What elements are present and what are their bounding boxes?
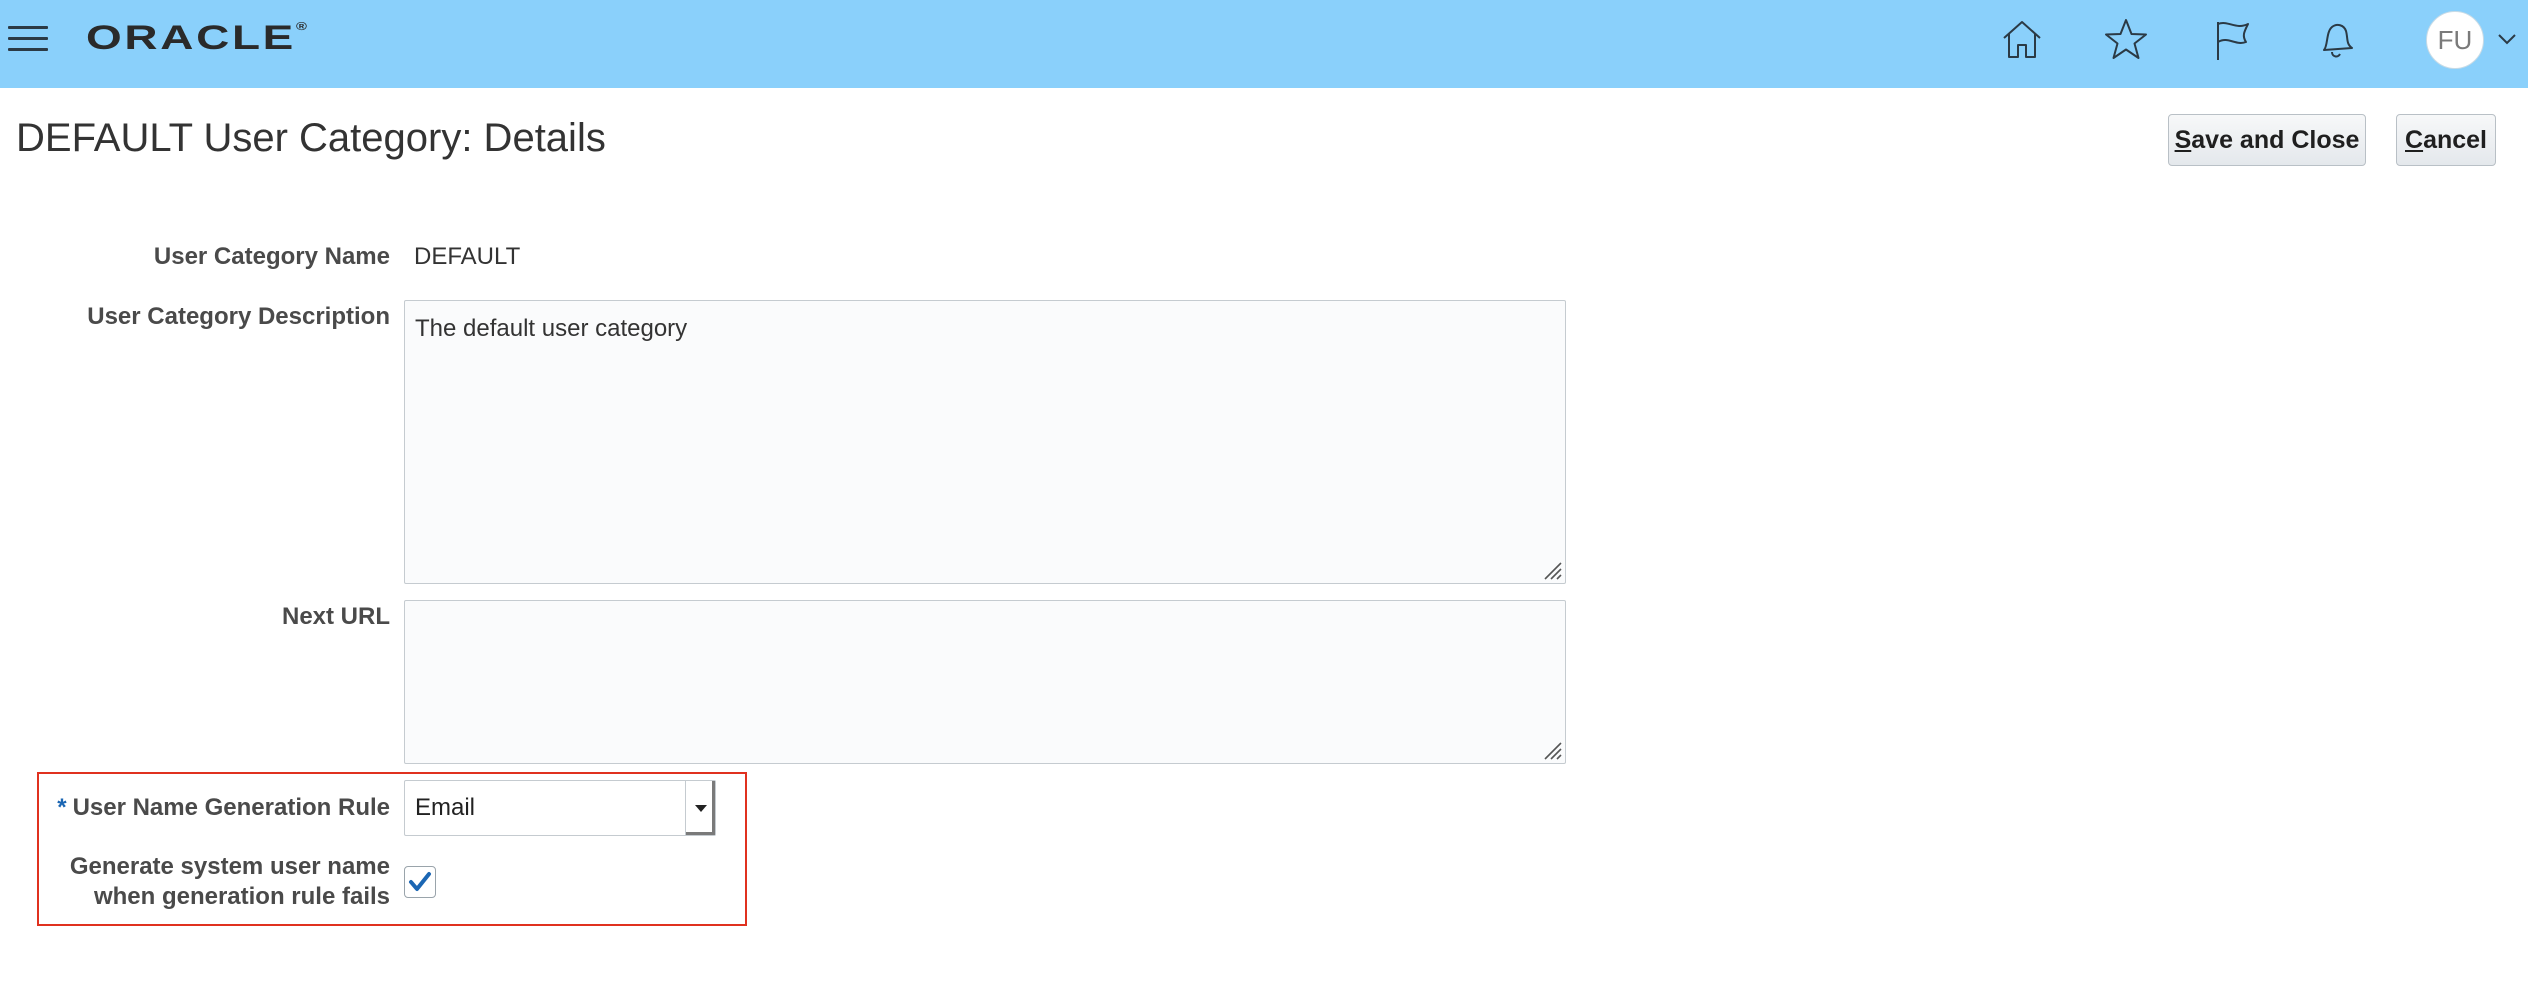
cancel-button[interactable]: Cancel	[2396, 114, 2496, 166]
next-url-label: Next URL	[281, 603, 390, 630]
generate-system-user-name-checkbox[interactable]	[404, 866, 436, 898]
user-category-name-label: User Category Name	[153, 243, 390, 270]
required-indicator: *	[57, 794, 67, 821]
generate-system-user-name-label: Generate system user name when generation…	[69, 853, 390, 910]
chevron-down-icon[interactable]	[2494, 26, 2520, 52]
star-icon[interactable]	[2100, 14, 2152, 66]
flag-icon[interactable]	[2206, 14, 2258, 66]
user-name-generation-rule-select[interactable]: Email	[404, 780, 716, 836]
bell-icon[interactable]	[2310, 14, 2362, 66]
user-category-description-label: User Category Description	[87, 303, 390, 330]
save-and-close-button[interactable]: Save and Close	[2168, 114, 2366, 166]
menu-icon[interactable]	[8, 24, 48, 52]
next-url-field[interactable]	[404, 600, 1566, 764]
chevron-down-icon[interactable]	[685, 781, 715, 835]
global-header: ORACLE® FU	[0, 0, 2528, 88]
resize-handle-icon[interactable]	[1539, 557, 1563, 581]
resize-handle-icon[interactable]	[1539, 737, 1563, 761]
user-category-description-field[interactable]: The default user category	[404, 300, 1566, 584]
oracle-logo[interactable]: ORACLE®	[86, 16, 307, 60]
user-avatar[interactable]: FU	[2426, 11, 2484, 69]
description-text: The default user category	[415, 315, 688, 342]
home-icon[interactable]	[1996, 14, 2048, 66]
user-category-name-value: DEFAULT	[414, 243, 521, 270]
select-value: Email	[415, 794, 476, 821]
user-name-generation-rule-label: * User Name Generation Rule	[57, 794, 390, 821]
checkmark-icon	[409, 872, 431, 891]
page-title: DEFAULT User Category: Details	[16, 116, 606, 160]
